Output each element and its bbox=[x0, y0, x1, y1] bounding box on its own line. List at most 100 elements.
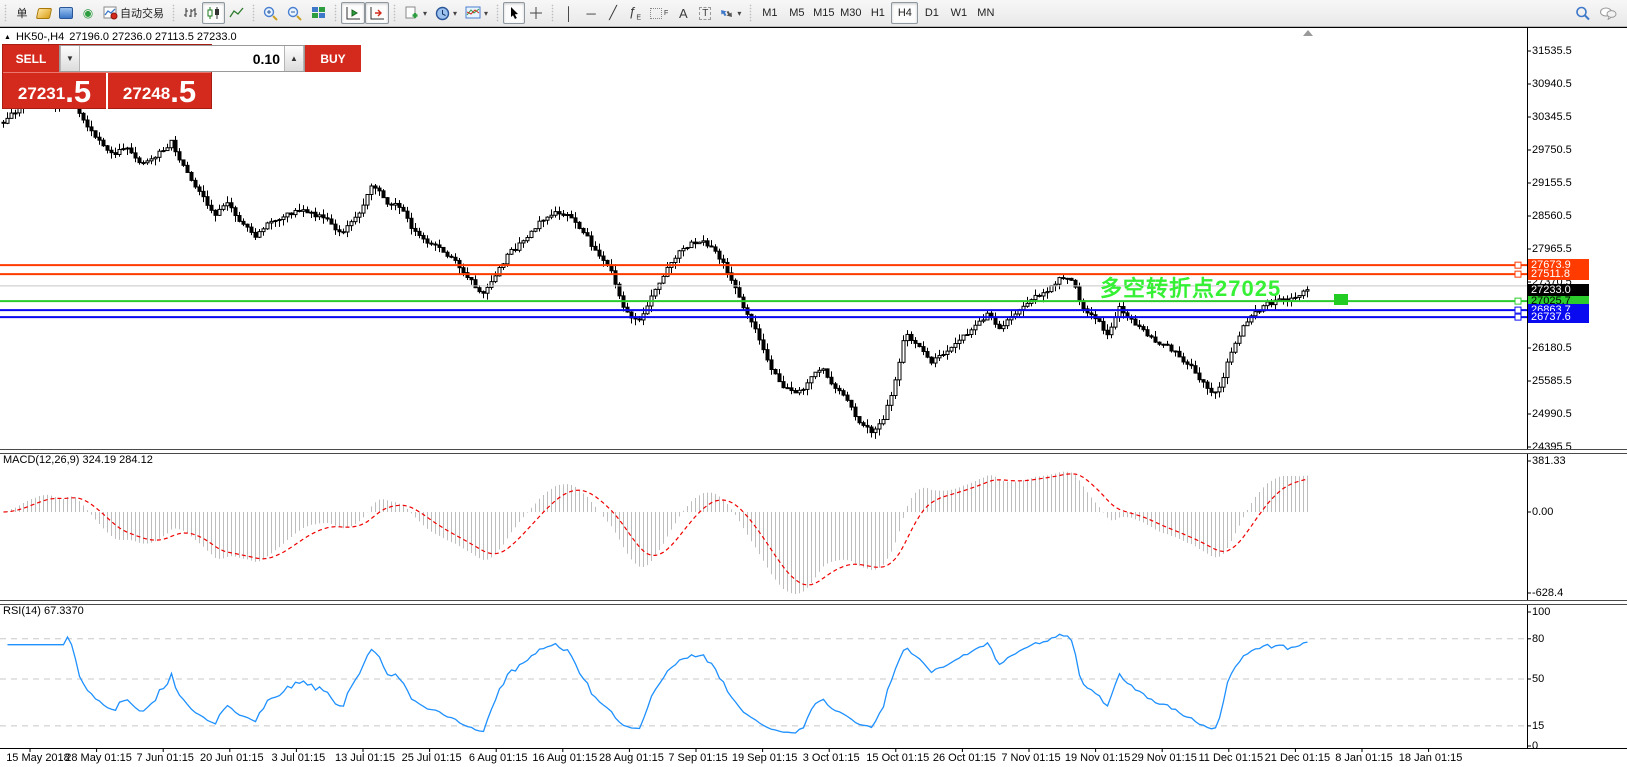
sell-price-frac: .5 bbox=[65, 77, 91, 107]
search-button[interactable] bbox=[1571, 2, 1595, 24]
volume-increase-button[interactable]: ▲ bbox=[284, 46, 304, 71]
terminal-icon bbox=[59, 7, 73, 19]
date-label: 16 Aug 01:15 bbox=[527, 752, 603, 764]
price-level-tag[interactable]: 27511.8 bbox=[1528, 268, 1589, 280]
toolbar-grip bbox=[495, 4, 500, 22]
dropdown-caret: ▾ bbox=[737, 9, 741, 18]
price-tick-label: 24990.5 bbox=[1532, 408, 1572, 420]
text-icon: A bbox=[679, 6, 688, 21]
zoom-in-icon bbox=[263, 6, 279, 21]
auto-scroll-button[interactable] bbox=[341, 2, 365, 24]
pane-separator-rsi[interactable] bbox=[0, 600, 1627, 605]
autotrading-button[interactable]: 自动交易 bbox=[99, 2, 168, 24]
market-watch-button[interactable] bbox=[33, 2, 55, 24]
date-label: 19 Sep 01:15 bbox=[727, 752, 803, 764]
zoom-out-icon bbox=[287, 6, 303, 21]
date-label: 7 Jun 01:15 bbox=[127, 752, 203, 764]
candlestick-chart-button[interactable] bbox=[202, 2, 225, 24]
pane-separator-macd[interactable] bbox=[0, 449, 1627, 454]
sell-price[interactable]: 27231.5 bbox=[3, 73, 106, 110]
text-label-icon: T bbox=[699, 7, 711, 20]
date-label: 15 Oct 01:15 bbox=[860, 752, 936, 764]
tile-windows-button[interactable] bbox=[307, 2, 330, 24]
grid-letter: F bbox=[664, 10, 668, 17]
chart-shift-marker bbox=[1303, 30, 1313, 36]
tf-button-d1[interactable]: D1 bbox=[918, 2, 945, 24]
chat-button[interactable] bbox=[1595, 2, 1621, 24]
channel-grid-button[interactable]: F bbox=[646, 2, 672, 24]
toolbar-grip bbox=[748, 4, 753, 22]
autotrading-label: 自动交易 bbox=[120, 5, 164, 21]
date-label: 6 Aug 01:15 bbox=[460, 752, 536, 764]
tf-button-m1[interactable]: M1 bbox=[756, 2, 783, 24]
arrows-tool-button[interactable]: ▾ bbox=[716, 2, 745, 24]
turning-point-annotation: 多空转折点27025 bbox=[1100, 271, 1281, 303]
trade-panel-prices: 27231.5 27248.5 bbox=[3, 73, 211, 110]
trendline-button[interactable]: ╱ bbox=[602, 2, 624, 24]
tf-button-h1[interactable]: H1 bbox=[864, 2, 891, 24]
date-label: 3 Jul 01:15 bbox=[260, 752, 336, 764]
line-chart-button[interactable] bbox=[225, 2, 248, 24]
date-label: 25 Jul 01:15 bbox=[394, 752, 470, 764]
periods-button[interactable]: ▾ bbox=[431, 2, 461, 24]
one-click-trading-panel: SELL ▼ ▲ BUY 27231.5 27248.5 bbox=[2, 44, 212, 109]
chart-shift-button[interactable] bbox=[365, 2, 389, 24]
new-order-button[interactable]: 单 bbox=[11, 2, 33, 24]
text-tool-button[interactable]: A bbox=[672, 2, 694, 24]
tf-button-m30[interactable]: M30 bbox=[837, 2, 864, 24]
macd-axis-label: -628.4 bbox=[1532, 587, 1563, 599]
vertical-line-button[interactable]: │ bbox=[558, 2, 580, 24]
tf-button-h4[interactable]: H4 bbox=[891, 2, 918, 24]
volume-decrease-button[interactable]: ▼ bbox=[60, 46, 80, 71]
buy-button[interactable]: BUY bbox=[305, 45, 361, 72]
chat-bubbles-icon bbox=[1599, 6, 1617, 20]
bar-chart-button[interactable] bbox=[179, 2, 202, 24]
cursor-button[interactable] bbox=[503, 2, 525, 24]
zoom-in-button[interactable] bbox=[259, 2, 283, 24]
tf-button-w1[interactable]: W1 bbox=[945, 2, 972, 24]
symbol-timeframe: HK50-,H4 bbox=[16, 31, 64, 43]
terminal-button[interactable] bbox=[55, 2, 77, 24]
grid-icon bbox=[650, 8, 662, 19]
buy-price[interactable]: 27248.5 bbox=[108, 73, 211, 110]
signals-button[interactable]: ◉ bbox=[77, 2, 99, 24]
vertical-line-icon: │ bbox=[565, 6, 573, 21]
chart-header: ▲ HK50-,H4 27196.0 27236.0 27113.5 27233… bbox=[4, 31, 237, 43]
fibonacci-button[interactable]: ƒE bbox=[624, 2, 646, 24]
date-label: 13 Jul 01:15 bbox=[327, 752, 403, 764]
new-order-label: 单 bbox=[17, 5, 28, 21]
search-icon bbox=[1575, 6, 1591, 21]
arrows-icon bbox=[720, 7, 734, 20]
dropdown-caret: ▾ bbox=[484, 9, 488, 18]
sell-button[interactable]: SELL bbox=[3, 45, 59, 72]
toolbar-grip bbox=[392, 4, 397, 22]
bar-chart-icon bbox=[183, 6, 198, 20]
sell-price-main: 27231 bbox=[18, 81, 65, 107]
tf-button-m15[interactable]: M15 bbox=[810, 2, 837, 24]
price-level-tag[interactable]: 26737.6 bbox=[1528, 311, 1589, 323]
price-tick-label: 31535.5 bbox=[1532, 45, 1572, 57]
date-label: 19 Nov 01:15 bbox=[1060, 752, 1136, 764]
text-label-button[interactable]: T bbox=[694, 2, 716, 24]
rsi-label: RSI(14) 67.3370 bbox=[3, 605, 84, 617]
line-chart-icon bbox=[229, 6, 244, 20]
horizontal-line-icon: ─ bbox=[586, 6, 595, 21]
crosshair-button[interactable] bbox=[525, 2, 547, 24]
clock-icon bbox=[435, 6, 450, 21]
tf-button-mn[interactable]: MN bbox=[972, 2, 999, 24]
dropdown-caret: ▾ bbox=[423, 9, 427, 18]
volume-input[interactable] bbox=[80, 46, 284, 71]
toolbar-grip bbox=[171, 4, 176, 22]
fibonacci-icon: ƒE bbox=[629, 4, 641, 22]
tf-button-m5[interactable]: M5 bbox=[783, 2, 810, 24]
price-tick-label: 30345.5 bbox=[1532, 111, 1572, 123]
zoom-out-button[interactable] bbox=[283, 2, 307, 24]
chart-canvas[interactable] bbox=[0, 0, 1627, 767]
horizontal-line-button[interactable]: ─ bbox=[580, 2, 602, 24]
templates-button[interactable]: ▾ bbox=[461, 2, 492, 24]
date-label: 8 Jan 01:15 bbox=[1326, 752, 1402, 764]
buy-price-main: 27248 bbox=[123, 81, 170, 107]
new-chart-button[interactable]: ▾ bbox=[400, 2, 431, 24]
price-tick-label: 27965.5 bbox=[1532, 243, 1572, 255]
panel-collapse-icon[interactable]: ▲ bbox=[4, 34, 11, 41]
